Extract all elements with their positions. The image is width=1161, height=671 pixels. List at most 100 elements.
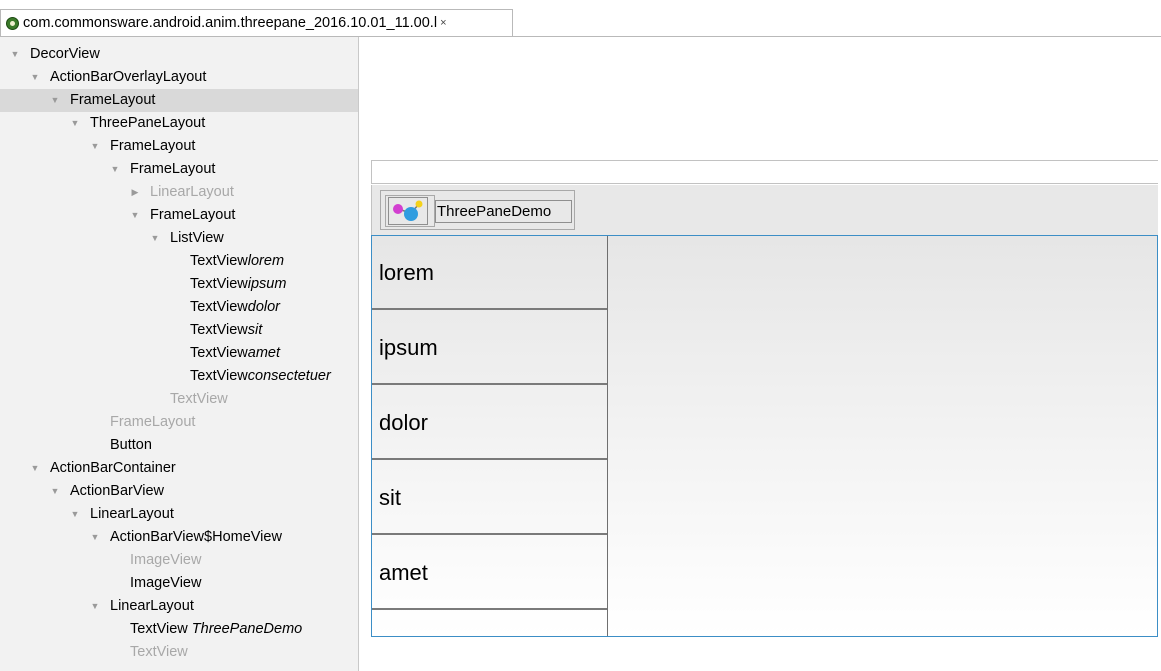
- node-class-name: TextView: [190, 345, 248, 361]
- node-class-name: TextView: [190, 322, 248, 338]
- tree-node-label: ActionBarOverlayLayout: [50, 66, 206, 89]
- tab-hierarchy-file[interactable]: com.commonsware.android.anim.threepane_2…: [0, 9, 513, 36]
- tree-node-label: DecorView: [30, 43, 100, 66]
- tree-row[interactable]: TextView ThreePaneDemo: [0, 618, 358, 641]
- tree-row[interactable]: TextViewsit: [0, 319, 358, 342]
- node-class-name: Button: [110, 437, 152, 453]
- tree-row[interactable]: ▼ ActionBarContainer: [0, 457, 358, 480]
- tree-node-label: TextViewsit: [190, 319, 262, 342]
- content-frame: lorem ipsum dolor sit amet: [371, 235, 1158, 637]
- list-item[interactable]: amet: [372, 536, 607, 610]
- expand-arrow-icon[interactable]: ▼: [90, 595, 100, 618]
- node-class-name: DecorView: [30, 46, 100, 62]
- expand-arrow-icon[interactable]: ▼: [50, 89, 60, 112]
- close-icon[interactable]: ×: [440, 17, 446, 29]
- node-text-value: ipsum: [247, 276, 287, 292]
- tree-row[interactable]: ▼ ThreePaneLayout: [0, 112, 358, 135]
- tree-row[interactable]: ▶ LinearLayout: [0, 181, 358, 204]
- node-class-name: ImageView: [130, 575, 202, 591]
- tree-node-label: TextView: [170, 388, 228, 411]
- tree-node-label: FrameLayout: [130, 158, 215, 181]
- tree-node-label: ActionBarContainer: [50, 457, 176, 480]
- list-item[interactable]: ipsum: [372, 311, 607, 385]
- expand-arrow-icon[interactable]: ▼: [110, 158, 120, 181]
- tree-node-label: TextViewlorem: [190, 250, 284, 273]
- node-class-name: ActionBarOverlayLayout: [50, 69, 207, 85]
- expand-arrow-icon[interactable]: ▼: [90, 135, 100, 158]
- node-class-name: LinearLayout: [150, 184, 234, 200]
- tree-row[interactable]: TextViewdolor: [0, 296, 358, 319]
- node-class-name: ActionBarContainer: [50, 460, 176, 476]
- collapsed-arrow-icon[interactable]: ▶: [130, 181, 140, 204]
- node-text-value: sit: [247, 322, 263, 338]
- tree-row[interactable]: Button: [0, 434, 358, 457]
- tree-row[interactable]: ▼ FrameLayout: [0, 204, 358, 227]
- list-item[interactable]: lorem: [372, 236, 607, 310]
- tree-node-label: LinearLayout: [110, 595, 194, 618]
- tree-row[interactable]: ▼ LinearLayout: [0, 503, 358, 526]
- node-class-name: TextView: [170, 391, 228, 407]
- tree-node-label: FrameLayout: [110, 411, 195, 434]
- device-preview: ThreePaneDemo lorem ipsum dolor sit amet: [371, 160, 1158, 637]
- expand-arrow-icon[interactable]: ▼: [70, 112, 80, 135]
- node-class-name: LinearLayout: [110, 598, 194, 614]
- tree-row[interactable]: ▼ DecorView: [0, 43, 358, 66]
- list-item[interactable]: dolor: [372, 386, 607, 460]
- list-item[interactable]: sit: [372, 461, 607, 535]
- tree-node-label: TextViewconsectetuer: [190, 365, 331, 388]
- tree-row[interactable]: TextView: [0, 641, 358, 664]
- node-class-name: TextView: [130, 621, 188, 637]
- list-view[interactable]: lorem ipsum dolor sit amet: [372, 236, 608, 636]
- tree-row[interactable]: TextViewlorem: [0, 250, 358, 273]
- node-class-name: ImageView: [130, 552, 202, 568]
- action-bar: ThreePaneDemo: [371, 185, 1158, 235]
- android-debug-icon: [6, 16, 19, 30]
- tree-node-label: ActionBarView$HomeView: [110, 526, 282, 549]
- expand-arrow-icon[interactable]: ▼: [30, 457, 40, 480]
- node-class-name: FrameLayout: [70, 92, 156, 108]
- tree-node-label: FrameLayout: [150, 204, 235, 227]
- node-class-name: FrameLayout: [130, 161, 216, 177]
- tree-row[interactable]: ▼ FrameLayout: [0, 89, 358, 112]
- tree-row[interactable]: ▼ FrameLayout: [0, 158, 358, 181]
- tree-row[interactable]: ▼ ListView: [0, 227, 358, 250]
- app-launcher-icon: [388, 197, 428, 225]
- tree-node-label: ActionBarView: [70, 480, 164, 503]
- node-class-name: FrameLayout: [110, 414, 196, 430]
- node-text-value: ThreePaneDemo: [187, 621, 303, 637]
- node-text-value: lorem: [247, 253, 285, 269]
- tree-row[interactable]: ▼ ActionBarOverlayLayout: [0, 66, 358, 89]
- tree-row[interactable]: ImageView: [0, 572, 358, 595]
- node-class-name: ThreePaneLayout: [90, 115, 206, 131]
- node-class-name: ListView: [170, 230, 224, 246]
- node-class-name: TextView: [190, 299, 248, 315]
- tree-node-label: TextViewdolor: [190, 296, 280, 319]
- node-class-name: TextView: [130, 644, 188, 660]
- node-class-name: FrameLayout: [110, 138, 196, 154]
- expand-arrow-icon[interactable]: ▼: [10, 43, 20, 66]
- tree-row[interactable]: ImageView: [0, 549, 358, 572]
- view-hierarchy-tree[interactable]: ▼ DecorView ▼ ActionBarOverlayLayout ▼ FrameL…: [0, 37, 359, 671]
- tree-row[interactable]: TextViewconsectetuer: [0, 365, 358, 388]
- expand-arrow-icon[interactable]: ▼: [130, 204, 140, 227]
- tree-node-label: Button: [110, 434, 152, 457]
- tree-row[interactable]: TextViewamet: [0, 342, 358, 365]
- tree-row[interactable]: TextView: [0, 388, 358, 411]
- tree-row[interactable]: TextViewipsum: [0, 273, 358, 296]
- node-class-name: ActionBarView: [70, 483, 165, 499]
- expand-arrow-icon[interactable]: ▼: [150, 227, 160, 250]
- tree-row[interactable]: ▼ LinearLayout: [0, 595, 358, 618]
- expand-arrow-icon[interactable]: ▼: [90, 526, 100, 549]
- expand-arrow-icon[interactable]: ▼: [50, 480, 60, 503]
- expand-arrow-icon[interactable]: ▼: [30, 66, 40, 89]
- tree-node-label: TextViewipsum: [190, 273, 286, 296]
- tree-row[interactable]: ▼ ActionBarView$HomeView: [0, 526, 358, 549]
- tree-row[interactable]: ▼ FrameLayout: [0, 135, 358, 158]
- action-bar-home-view[interactable]: [385, 195, 435, 227]
- node-text-value: amet: [247, 345, 281, 361]
- tab-strip: com.commonsware.android.anim.threepane_2…: [0, 0, 1161, 42]
- node-class-name: FrameLayout: [150, 207, 236, 223]
- expand-arrow-icon[interactable]: ▼: [70, 503, 80, 526]
- tree-row[interactable]: ▼ ActionBarView: [0, 480, 358, 503]
- tree-row[interactable]: FrameLayout: [0, 411, 358, 434]
